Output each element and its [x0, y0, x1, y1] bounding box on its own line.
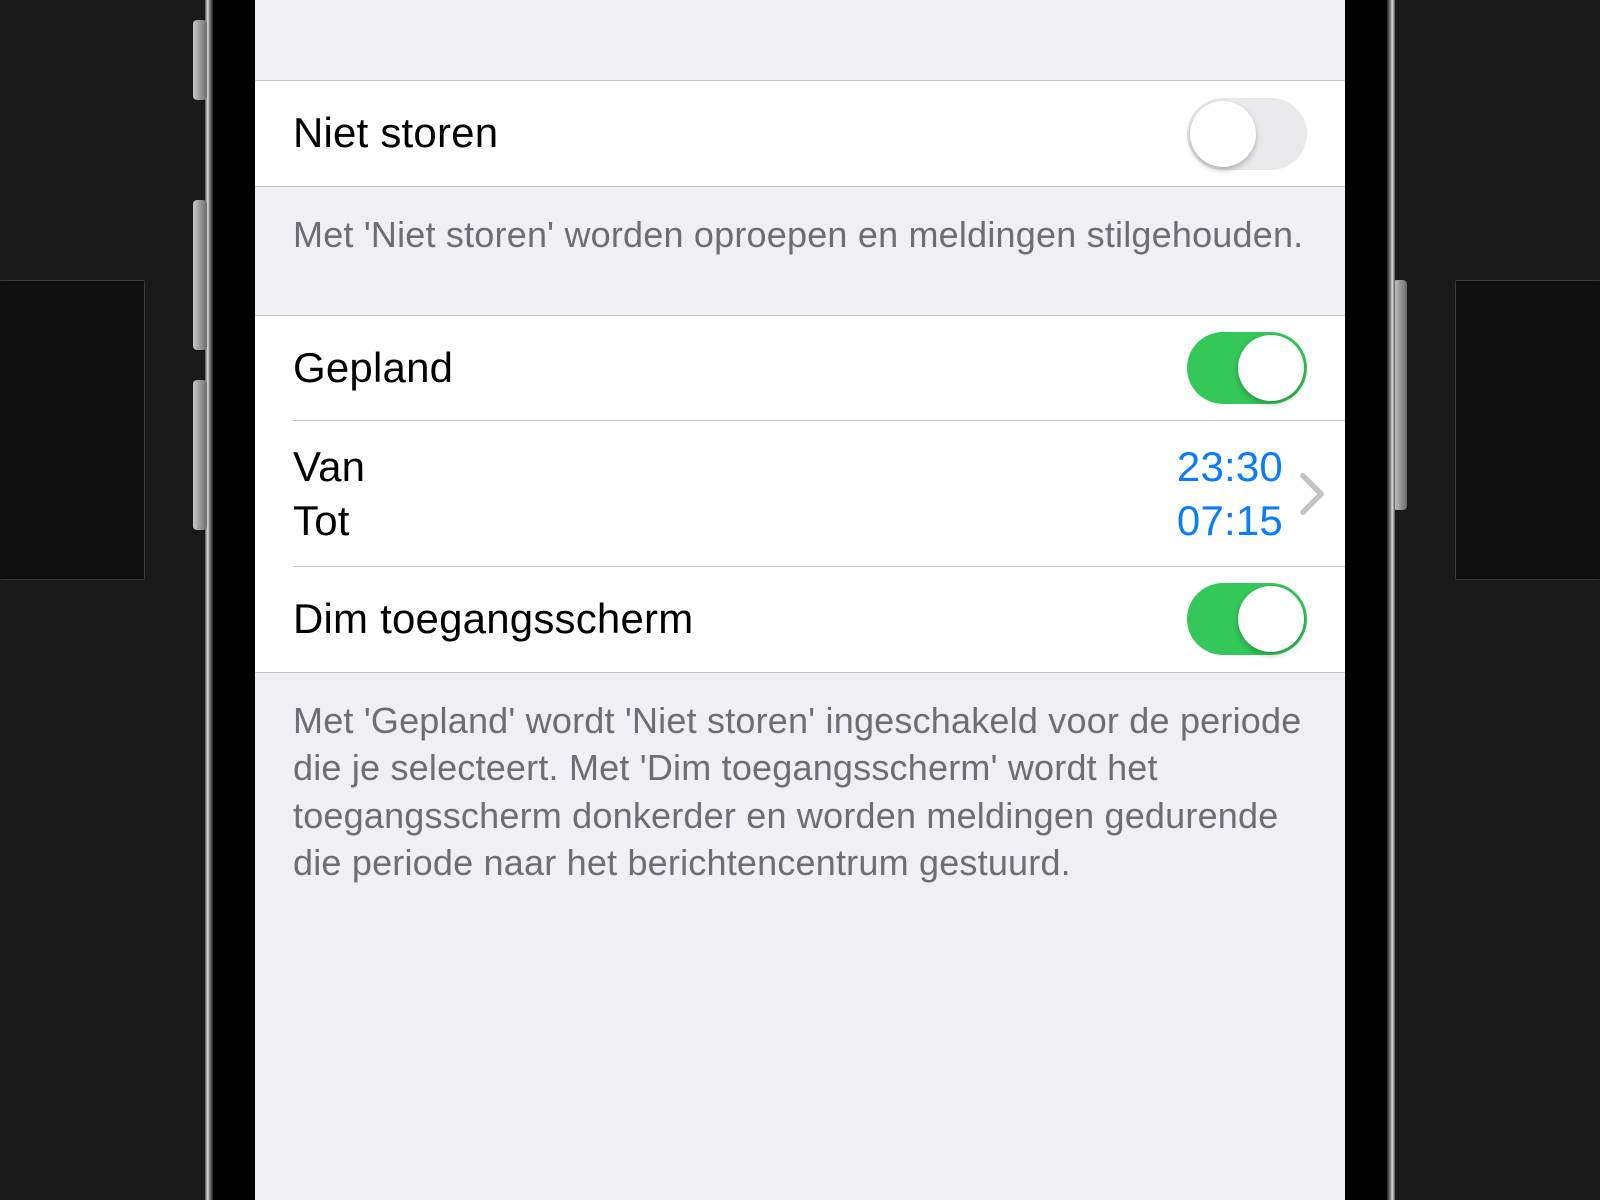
row-label: Gepland [293, 342, 1187, 395]
settings-screen: Niet storen Met 'Niet storen' worden opr… [255, 0, 1345, 1200]
toggle-knob [1238, 586, 1304, 652]
group-scheduled: Gepland Van Tot 23:30 07:15 [255, 315, 1345, 673]
phone-frame: Niet storen Met 'Niet storen' worden opr… [205, 0, 1395, 1200]
row-do-not-disturb[interactable]: Niet storen [255, 81, 1345, 186]
spacer [255, 0, 1345, 80]
row-label: Dim toegangsscherm [293, 593, 1187, 646]
power-button [1393, 280, 1407, 510]
page-bg-right [1455, 280, 1600, 580]
row-dim-lock-screen[interactable]: Dim toegangsscherm [255, 567, 1345, 672]
dim-lock-screen-toggle[interactable] [1187, 583, 1307, 655]
to-time: 07:15 [1177, 497, 1283, 545]
page-bg-left [0, 280, 145, 580]
from-label: Van [293, 443, 1177, 491]
do-not-disturb-toggle[interactable] [1187, 98, 1307, 170]
volume-up-button [193, 200, 207, 350]
row-scheduled[interactable]: Gepland [255, 316, 1345, 421]
from-time: 23:30 [1177, 443, 1283, 491]
time-labels: Van Tot [293, 443, 1177, 545]
scheduled-toggle[interactable] [1187, 332, 1307, 404]
row-label: Niet storen [293, 107, 1187, 160]
scheduled-description: Met 'Gepland' wordt 'Niet storen' ingesc… [255, 673, 1345, 927]
phone-bezel: Niet storen Met 'Niet storen' worden opr… [230, 0, 1370, 1200]
toggle-knob [1238, 335, 1304, 401]
toggle-knob [1190, 101, 1256, 167]
mute-switch [193, 20, 207, 100]
chevron-right-icon [1299, 472, 1325, 516]
volume-down-button [193, 380, 207, 530]
row-schedule-time[interactable]: Van Tot 23:30 07:15 [255, 421, 1345, 567]
do-not-disturb-description: Met 'Niet storen' worden oproepen en mel… [255, 187, 1345, 315]
to-label: Tot [293, 497, 1177, 545]
group-do-not-disturb: Niet storen [255, 80, 1345, 187]
time-values: 23:30 07:15 [1177, 443, 1299, 545]
